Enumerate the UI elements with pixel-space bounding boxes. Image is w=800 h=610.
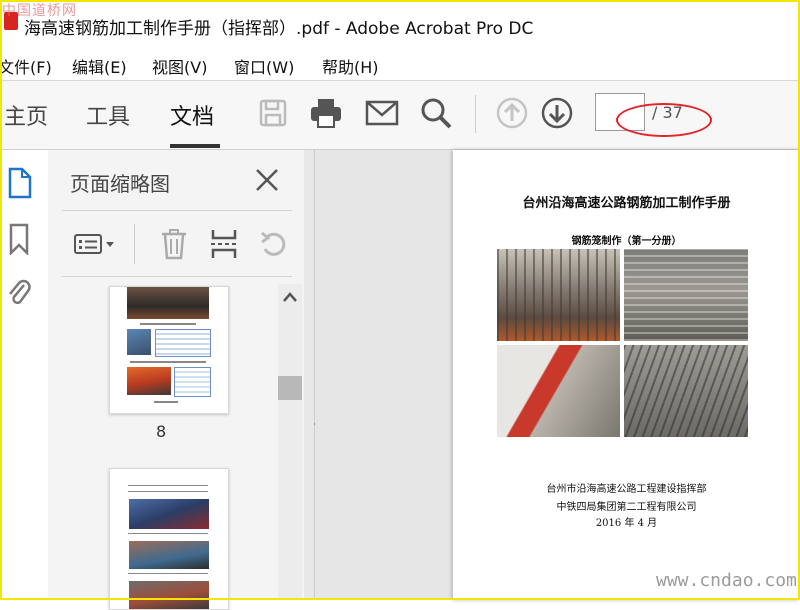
thumbnail-table: [155, 329, 211, 357]
photo-threaded-rebar-ends: [624, 345, 748, 437]
active-tab-indicator: [170, 144, 220, 148]
thumbnail-text-line: [154, 401, 178, 403]
thumbnail-text-line: [128, 573, 208, 574]
attachment-icon[interactable]: [4, 276, 34, 310]
undo-icon[interactable]: [258, 224, 290, 264]
thumbnail-text-line: [128, 485, 208, 486]
page-thumbnails-panel: 页面缩略图 8: [48, 150, 304, 610]
window-title: 海高速钢筋加工制作手册（指挥部）.pdf - Adobe Acrobat Pro…: [24, 19, 534, 39]
thumbnail-table: [174, 367, 211, 397]
scroll-up-arrow-icon[interactable]: [282, 290, 298, 304]
print-icon[interactable]: [308, 95, 344, 131]
page-up-icon[interactable]: [494, 95, 530, 131]
menu-edit[interactable]: 编辑(E): [72, 54, 127, 78]
panel-divider: [62, 210, 292, 211]
photo-rebar-cage-assembly: [497, 249, 620, 341]
thumbnail-photo: [129, 581, 209, 609]
thumbnail-page-8[interactable]: [109, 286, 229, 414]
options-menu-icon[interactable]: [72, 224, 118, 264]
menu-view[interactable]: 视图(V): [152, 54, 207, 78]
annotation-ellipse: [616, 103, 712, 137]
panel-title: 页面缩略图: [70, 172, 170, 196]
thumbnail-photo: [129, 541, 209, 569]
photo-finished-rebar-cages: [624, 249, 748, 341]
thumbnail-page-number: 8: [156, 422, 167, 441]
bookmark-icon[interactable]: [4, 222, 34, 256]
panel-divider: [62, 276, 292, 277]
document-title: 台州沿海高速公路钢筋加工制作手册: [522, 196, 731, 211]
document-footer-date: 2016 年 4 月: [595, 518, 658, 529]
navigation-rail: [0, 150, 49, 600]
menu-bar: 文件(F) 编辑(E) 视图(V) 窗口(W) 帮助(H): [0, 50, 800, 81]
menu-window[interactable]: 窗口(W): [234, 54, 294, 78]
title-bar: 中国道桥网 海高速钢筋加工制作手册（指挥部）.pdf - Adobe Acrob…: [0, 0, 800, 50]
tab-tools[interactable]: 工具: [86, 99, 130, 131]
close-icon[interactable]: [253, 166, 281, 194]
menu-help[interactable]: 帮助(H): [322, 54, 379, 78]
thumbnail-text-line: [140, 323, 196, 325]
document-page: 台州沿海高速公路钢筋加工制作手册 钢筋笼制作（第一分册） 台州市沿海高速公路工程…: [453, 150, 800, 600]
page-thumbnails-icon[interactable]: [4, 166, 34, 200]
document-footer-line: 台州市沿海高速公路工程建设指挥部: [546, 484, 707, 495]
thumbnail-text-line: [130, 361, 206, 363]
panel-collapse-strip[interactable]: [304, 150, 315, 600]
thumbnail-photo: [129, 499, 209, 529]
thumbnail-text-line: [128, 491, 208, 492]
delete-icon[interactable]: [158, 224, 190, 264]
tab-document[interactable]: 文档: [170, 99, 214, 131]
thumbnail-page-9[interactable]: [109, 468, 229, 610]
thumbnail-text-line: [128, 533, 208, 534]
save-icon[interactable]: [255, 95, 291, 131]
insert-page-icon[interactable]: [208, 224, 240, 264]
watermark-bottom: www.cndao.com: [656, 570, 797, 591]
toolbar-separator: [475, 95, 476, 133]
thumbnail-photo: [127, 329, 151, 355]
page-down-icon[interactable]: [539, 95, 575, 131]
thumbnail-photo: [127, 287, 209, 319]
menu-file[interactable]: 文件(F): [0, 54, 52, 78]
email-icon[interactable]: [364, 95, 400, 131]
thumbnail-photo: [127, 367, 171, 395]
document-footer-line: 中铁四局集团第二工程有限公司: [556, 502, 697, 513]
document-subtitle: 钢筋笼制作（第一分册）: [571, 236, 682, 247]
photo-rebar-processing-machine: [497, 345, 620, 437]
panel-tool-separator: [134, 224, 135, 264]
scrollbar-thumb[interactable]: [278, 376, 302, 400]
thumbnail-scrollbar[interactable]: [278, 284, 302, 600]
tab-home[interactable]: 主页: [4, 99, 48, 131]
search-icon[interactable]: [418, 95, 454, 131]
